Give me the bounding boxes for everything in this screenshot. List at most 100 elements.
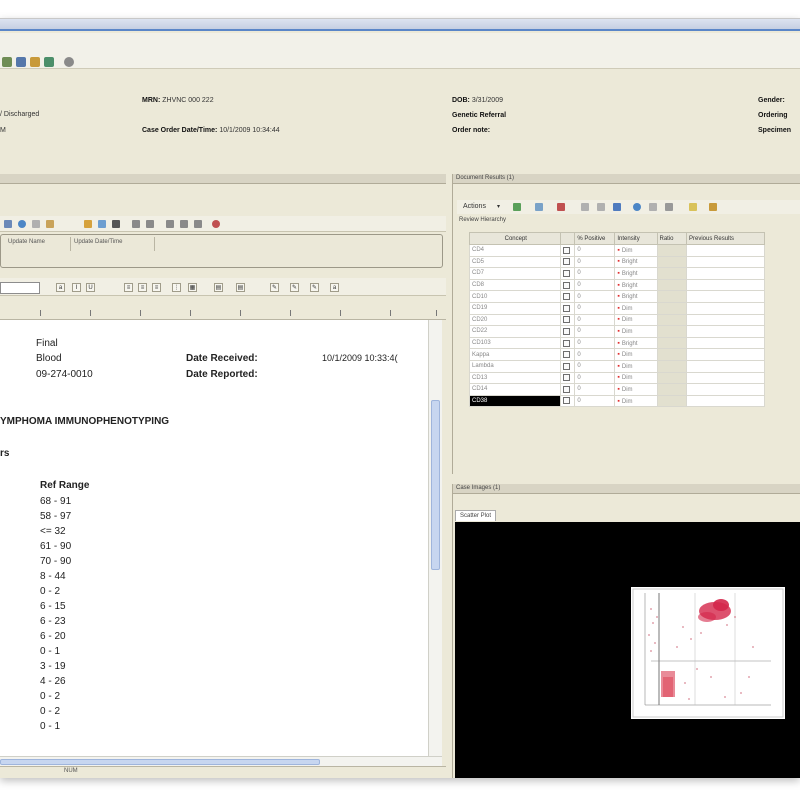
flag-icon[interactable] — [557, 203, 565, 211]
check-icon[interactable] — [535, 203, 543, 211]
ratio-cell[interactable] — [656, 313, 688, 327]
table-row[interactable]: CD20 0 ▪ Dim — [469, 313, 765, 327]
row-checkbox[interactable] — [562, 281, 570, 289]
tool-icon[interactable] — [709, 203, 717, 211]
font-size-dropdown[interactable] — [0, 282, 40, 294]
copy-icon[interactable] — [32, 220, 40, 228]
copy-icon[interactable] — [649, 203, 657, 211]
previous-results-cell[interactable] — [686, 371, 765, 385]
table-row-selected[interactable]: CD38 0 ▪ Dim — [469, 394, 765, 408]
concept-cell[interactable]: CD20 — [469, 313, 561, 327]
previous-results-cell[interactable] — [686, 313, 765, 327]
column-header[interactable]: Ratio — [656, 232, 688, 245]
actions-menu[interactable]: Actions — [463, 203, 486, 210]
highlight-button[interactable]: a — [330, 283, 339, 292]
row-checkbox[interactable] — [562, 258, 570, 266]
percent-positive-cell[interactable]: 0 — [574, 301, 616, 315]
pen-button[interactable]: ✎ — [270, 283, 279, 292]
row-checkbox[interactable] — [562, 327, 570, 335]
row-checkbox[interactable] — [562, 339, 570, 347]
percent-positive-cell[interactable]: 0 — [574, 336, 616, 350]
table-row[interactable]: CD13 0 ▪ Dim — [469, 371, 765, 385]
brush-button[interactable]: ✎ — [290, 283, 299, 292]
percent-positive-cell[interactable]: 0 — [574, 359, 616, 373]
row-checkbox[interactable] — [562, 304, 570, 312]
print-icon[interactable] — [665, 203, 673, 211]
outdent-button[interactable]: ▤ — [236, 283, 245, 292]
percent-positive-cell[interactable]: 0 — [574, 267, 616, 280]
note-icon[interactable] — [689, 203, 697, 211]
concept-cell[interactable]: CD103 — [469, 336, 561, 350]
ratio-cell[interactable] — [656, 359, 688, 373]
sort-icon[interactable] — [166, 220, 174, 228]
concept-cell[interactable]: CD22 — [469, 325, 561, 338]
undo-icon[interactable] — [132, 220, 140, 228]
previous-results-cell[interactable] — [686, 383, 765, 396]
previous-results-cell[interactable] — [686, 244, 765, 257]
table-row[interactable]: CD7 0 ▪ Bright — [469, 267, 765, 280]
ratio-cell[interactable] — [656, 290, 688, 303]
table-row[interactable]: CD14 0 ▪ Dim — [469, 383, 765, 396]
table-row[interactable]: CD19 0 ▪ Dim — [469, 301, 765, 315]
review-hierarchy-label[interactable]: Review Hierarchy — [459, 217, 506, 223]
row-checkbox[interactable] — [562, 374, 570, 382]
percent-positive-cell[interactable]: 0 — [574, 371, 616, 385]
back-icon[interactable] — [581, 203, 589, 211]
forward-icon[interactable] — [597, 203, 605, 211]
row-checkbox[interactable] — [562, 269, 570, 277]
percent-positive-cell[interactable]: 0 — [574, 290, 616, 303]
bullet-list-button[interactable]: ⋮ — [172, 283, 181, 292]
concept-cell[interactable]: CD38 — [469, 394, 561, 408]
italic-button[interactable]: I — [72, 283, 81, 292]
globe-icon[interactable] — [18, 220, 26, 228]
table-row[interactable]: Kappa 0 ▪ Dim — [469, 348, 765, 361]
table-row[interactable]: CD8 0 ▪ Bright — [469, 278, 765, 292]
help-icon[interactable] — [212, 220, 220, 228]
concept-cell[interactable]: Kappa — [469, 348, 561, 361]
table-row[interactable]: CD5 0 ▪ Bright — [469, 255, 765, 269]
add-icon[interactable] — [513, 203, 521, 211]
horizontal-scrollbar[interactable] — [0, 756, 442, 766]
row-checkbox[interactable] — [562, 385, 570, 393]
align-center-button[interactable]: ≡ — [138, 283, 147, 292]
column-header[interactable] — [559, 232, 576, 245]
row-checkbox[interactable] — [562, 397, 570, 405]
edit-icon[interactable] — [84, 220, 92, 228]
percent-positive-cell[interactable]: 0 — [574, 325, 616, 338]
previous-results-cell[interactable] — [686, 325, 765, 338]
vertical-scrollbar[interactable] — [428, 320, 442, 756]
percent-positive-cell[interactable]: 0 — [574, 383, 616, 396]
ratio-cell[interactable] — [656, 336, 688, 350]
previous-results-cell[interactable] — [686, 290, 765, 303]
link-icon[interactable] — [180, 220, 188, 228]
previous-results-cell[interactable] — [686, 267, 765, 280]
image-viewer[interactable] — [455, 522, 800, 778]
row-checkbox[interactable] — [562, 316, 570, 324]
paste-icon[interactable] — [46, 220, 54, 228]
style-button[interactable]: a — [56, 283, 65, 292]
tab-update-datetime[interactable]: Update Date/Time — [71, 237, 155, 251]
previous-results-cell[interactable] — [686, 359, 765, 373]
concept-cell[interactable]: CD7 — [469, 267, 561, 280]
previous-results-cell[interactable] — [686, 394, 765, 408]
concept-cell[interactable]: Lambda — [469, 359, 561, 373]
table-row[interactable]: CD10 0 ▪ Bright — [469, 290, 765, 303]
row-checkbox[interactable] — [562, 362, 570, 370]
cut-icon[interactable] — [194, 220, 202, 228]
row-checkbox[interactable] — [562, 293, 570, 301]
scroll-thumb[interactable] — [431, 400, 440, 570]
globe-icon[interactable] — [633, 203, 641, 211]
column-header[interactable]: Intensity — [614, 232, 658, 245]
ratio-cell[interactable] — [656, 371, 688, 385]
row-checkbox[interactable] — [562, 246, 570, 254]
tab-update-name[interactable]: Update Name — [5, 237, 71, 251]
underline-button[interactable]: U — [86, 283, 95, 292]
ratio-cell[interactable] — [656, 301, 688, 315]
save-icon[interactable] — [4, 220, 12, 228]
ratio-cell[interactable] — [656, 348, 688, 361]
indent-button[interactable]: ▤ — [214, 283, 223, 292]
previous-results-cell[interactable] — [686, 278, 765, 292]
column-header[interactable]: % Positive — [574, 232, 616, 245]
concept-cell[interactable]: CD13 — [469, 371, 561, 385]
table-row[interactable]: CD22 0 ▪ Dim — [469, 325, 765, 338]
